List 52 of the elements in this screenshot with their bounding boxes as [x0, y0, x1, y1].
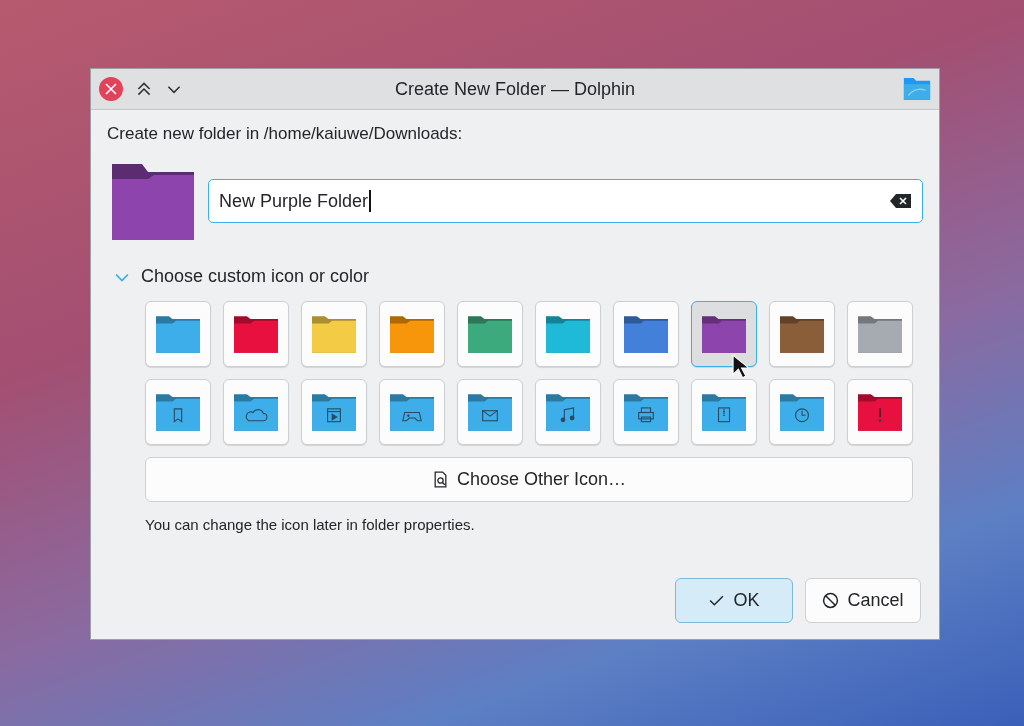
custom-icon-toggle[interactable]: Choose custom icon or color: [107, 266, 370, 287]
folder-option[interactable]: [691, 379, 757, 445]
folder-games-icon: [390, 393, 434, 431]
cancel-button[interactable]: Cancel: [805, 578, 921, 623]
folder-option[interactable]: [379, 301, 445, 367]
folder-mail-icon: [468, 393, 512, 431]
hint-text: You can change the icon later in folder properties.: [145, 516, 475, 533]
cancel-icon: [822, 592, 840, 609]
choose-other-icon-button[interactable]: Choose Other Icon…: [145, 457, 913, 502]
ok-button[interactable]: OK: [675, 578, 793, 623]
clear-icon[interactable]: [890, 193, 912, 209]
folder-icon: [702, 315, 746, 353]
folder-music-icon: [546, 393, 590, 431]
folder-option[interactable]: [301, 379, 367, 445]
folder-option[interactable]: [379, 379, 445, 445]
folder-option[interactable]: [223, 379, 289, 445]
folder-option[interactable]: [145, 379, 211, 445]
window-title: Create New Folder — Dolphin: [393, 78, 637, 100]
folder-icon: [546, 315, 590, 353]
folder-icon: [156, 315, 200, 353]
folder-important-icon: [858, 393, 902, 431]
folder-icon: [312, 315, 356, 353]
folder-bookmark-icon: [156, 393, 200, 431]
mouse-pointer-icon: [732, 354, 749, 380]
folder-option[interactable]: [847, 301, 913, 367]
folder-option[interactable]: [613, 301, 679, 367]
folder-icon: [780, 315, 824, 353]
close-icon[interactable]: [99, 77, 123, 101]
folder-option[interactable]: [769, 301, 835, 367]
folder-cloud-icon: [234, 393, 278, 431]
keep-above-icon[interactable]: [135, 80, 153, 98]
folder-option[interactable]: [457, 301, 523, 367]
folder-option[interactable]: [535, 379, 601, 445]
folder-option[interactable]: [613, 379, 679, 445]
folder-icon: [234, 315, 278, 353]
folder-option[interactable]: [145, 301, 211, 367]
folder-option[interactable]: [223, 301, 289, 367]
location-label: Create new folder in /home/kaiuwe/Downloads:: [107, 124, 463, 144]
folder-icon: [390, 315, 434, 353]
folder-option[interactable]: [847, 379, 913, 445]
folder-option[interactable]: [457, 379, 523, 445]
folder-icon: [624, 315, 668, 353]
folder-clock-icon: [780, 393, 824, 431]
folder-video-icon: [312, 393, 356, 431]
folder-icon: [903, 76, 931, 101]
folder-archive-icon: [702, 393, 746, 431]
folder-icon: [468, 315, 512, 353]
folder-name-field[interactable]: New Purple Folder: [208, 179, 923, 223]
folder-icon: [858, 315, 902, 353]
folder-option[interactable]: [769, 379, 835, 445]
folder-option[interactable]: [535, 301, 601, 367]
folder-print-icon: [624, 393, 668, 431]
